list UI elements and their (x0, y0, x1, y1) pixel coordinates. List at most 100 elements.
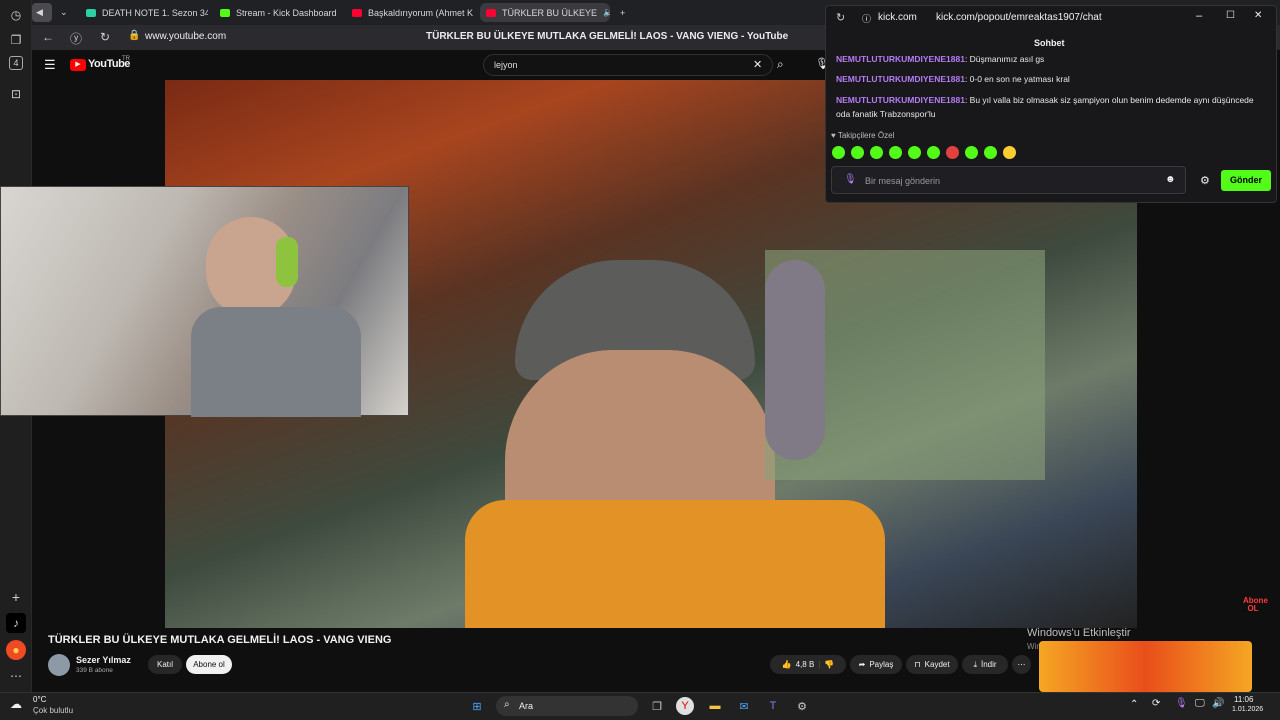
mic-icon[interactable]: 🎙 (844, 174, 857, 185)
settings-icon[interactable]: ⚙ (1200, 174, 1210, 187)
minimize-icon[interactable]: – (1196, 10, 1202, 22)
emote-icon[interactable] (946, 146, 959, 159)
tab-turkler[interactable]: TÜRKLER BU ÜLKEYE🔈✕ (480, 3, 610, 22)
emote-icon[interactable] (889, 146, 902, 159)
country-code: TR (122, 56, 130, 62)
kick-chat-window: ↻ ⓘ kick.com kick.com/popout/emreaktas19… (825, 5, 1277, 203)
weather-text: Çok bulutlu (33, 706, 74, 715)
search-icon[interactable]: ⌕ (777, 57, 784, 72)
save-button[interactable]: ⊓ Kaydet (906, 655, 958, 674)
tab-death-note[interactable]: DEATH NOTE 1. Sezon 34 (80, 3, 208, 22)
video-person-jacket (465, 500, 885, 628)
chat-message-input[interactable]: 🎙 Bir mesaj gönderin ☻ (831, 166, 1186, 194)
youtube-logo-icon[interactable]: ▶ (70, 59, 86, 71)
subscribe-button[interactable]: Abone ol (186, 655, 232, 674)
video-title: TÜRKLER BU ÜLKEYE MUTLAKA GELMELİ! LAOS … (48, 634, 392, 646)
volume-icon[interactable]: 🔊 (1212, 698, 1224, 709)
mail-icon[interactable]: ✉ (735, 697, 753, 715)
subscriber-count: 339 B abone (76, 667, 113, 674)
chat-message: NEMUTLUTURKUMDIYENE1881: Düşmanımız asıl… (836, 54, 1045, 64)
emote-icon[interactable] (851, 146, 864, 159)
chat-url[interactable]: kick.com/popout/emreaktas1907/chat (936, 12, 1102, 23)
clock-time[interactable]: 11:06 (1234, 695, 1253, 704)
temperature: 0°C (33, 695, 47, 704)
site-info-icon[interactable]: ⓘ (862, 12, 871, 25)
webcam-overlay (0, 186, 409, 417)
emote-icon[interactable] (908, 146, 921, 159)
url-text[interactable]: www.youtube.com (145, 31, 226, 42)
share-button[interactable]: ➦ Paylaş (850, 655, 902, 674)
chevron-up-icon[interactable]: ⌃ (1130, 699, 1138, 710)
video-driver (765, 260, 825, 460)
reload-icon[interactable]: ↻ (836, 11, 845, 24)
more-icon[interactable]: ⋯ (6, 666, 26, 686)
kick-icon (220, 8, 230, 17)
join-button[interactable]: Katıl (148, 655, 182, 674)
send-button[interactable]: Gönder (1221, 170, 1271, 191)
teams-icon[interactable]: T (764, 697, 782, 715)
dislike-icon[interactable]: 👎 (824, 660, 834, 669)
file-explorer-icon[interactable]: ▬ (706, 697, 724, 715)
search-input[interactable]: lejyon (483, 54, 773, 76)
death-note-tab-icon (86, 8, 96, 17)
emoji-icon[interactable]: ☻ (1165, 174, 1176, 185)
history-icon[interactable]: ◷ (6, 5, 26, 25)
tiktok-icon[interactable]: ♪ (6, 613, 26, 633)
task-view-icon[interactable]: ❐ (648, 697, 666, 715)
clear-search-icon[interactable]: ✕ (753, 58, 762, 71)
yandex-browser-icon[interactable]: Y (676, 697, 694, 715)
tab-kick-dashboard[interactable]: Stream - Kick Dashboard (214, 3, 342, 22)
workspace-badge[interactable]: 4 (9, 56, 23, 70)
emote-icon[interactable] (1003, 146, 1016, 159)
search-icon: ⌕ (504, 699, 510, 710)
close-icon[interactable]: ✕ (1254, 10, 1262, 21)
app-icon[interactable]: ● (6, 640, 26, 660)
lock-icon: 🔒 (128, 30, 141, 41)
chat-message: NEMUTLUTURKUMDIYENE1881: 0-0 en son ne y… (836, 74, 1070, 84)
more-options-icon[interactable]: ⋯ (1012, 655, 1031, 674)
new-tab-button[interactable]: + (614, 3, 634, 22)
emote-icon[interactable] (832, 146, 845, 159)
yandex-icon[interactable]: ⓨ (70, 30, 82, 47)
maximize-icon[interactable]: ☐ (1226, 10, 1235, 21)
screenshot-icon[interactable]: ⊡ (6, 84, 26, 104)
tabs-icon[interactable]: ❐ (6, 30, 26, 50)
audio-icon[interactable]: ◀ (32, 3, 52, 22)
chat-message: NEMUTLUTURKUMDIYENE1881: Bu yıl valla bi… (836, 95, 1254, 119)
bookmark-icon: ⊓ (914, 660, 921, 669)
taskbar-search[interactable]: ⌕ Ara (496, 696, 638, 716)
reload-icon[interactable]: ↻ (100, 30, 110, 44)
network-icon[interactable]: 🖵 (1195, 698, 1205, 709)
channel-name[interactable]: Sezer Yılmaz (76, 655, 131, 665)
clock-date[interactable]: 1.01.2026 (1232, 706, 1263, 713)
subscribe-watermark[interactable]: Abone OL (1243, 597, 1268, 613)
emote-icon[interactable] (927, 146, 940, 159)
emote-icon[interactable] (984, 146, 997, 159)
add-icon[interactable]: + (6, 587, 26, 607)
youtube-icon (352, 8, 362, 17)
headset-icon (276, 237, 298, 287)
streamer-vest (191, 307, 361, 417)
weather-icon[interactable]: ☁ (10, 697, 22, 711)
promo-banner[interactable] (1039, 641, 1252, 692)
start-icon[interactable]: ⊞ (468, 697, 486, 715)
emote-icon[interactable] (965, 146, 978, 159)
youtube-icon (486, 8, 496, 17)
emote-icon[interactable] (870, 146, 883, 159)
followers-only-label: ♥ Takipçilere Özel (831, 131, 895, 140)
windows-activation-title: Windows'u Etkinleştir (1027, 627, 1131, 639)
menu-icon[interactable]: ☰ (44, 57, 56, 73)
tab-baskaldiriyorum[interactable]: Başkaldırıyorum (Ahmet K (346, 3, 474, 22)
settings-icon[interactable]: ⚙ (793, 697, 811, 715)
sync-icon[interactable]: ⟳ (1152, 698, 1160, 709)
video-info: TÜRKLER BU ÜLKEYE MUTLAKA GELMELİ! LAOS … (32, 627, 1280, 692)
chevron-down-icon[interactable]: ⌄ (56, 3, 74, 22)
download-button[interactable]: ⤓ İndir (962, 655, 1008, 674)
emote-bar (832, 146, 1016, 159)
mic-icon[interactable]: 🎙 (1175, 698, 1188, 709)
speaker-icon[interactable]: 🔈 (603, 7, 610, 18)
avatar[interactable] (48, 654, 70, 676)
back-icon[interactable]: ← (42, 30, 54, 44)
like-button[interactable]: 👍 4,8 B | 👎 (770, 655, 846, 674)
windows-taskbar: ☁ 0°C Çok bulutlu ⊞ ⌕ Ara ❐ Y ▬ ✉ T ⚙ ⌃ … (0, 692, 1280, 720)
